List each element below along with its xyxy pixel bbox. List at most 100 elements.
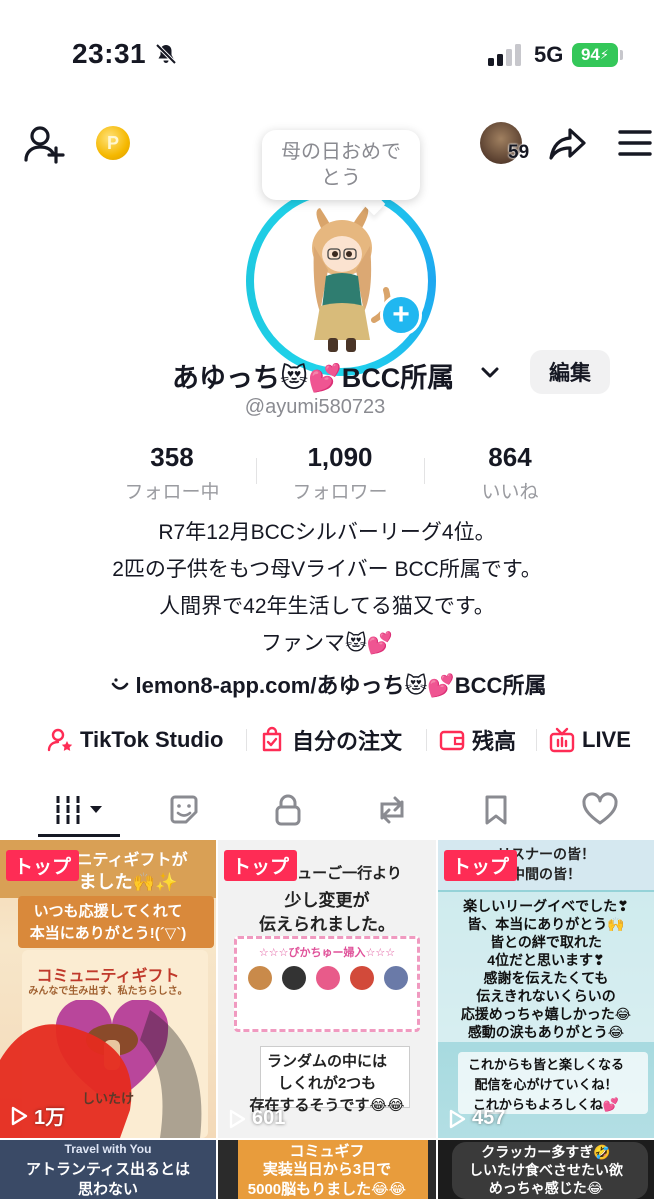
video-thumbnail[interactable]: リスナーの皆！ 中間の皆！ 楽しいリーグイベでした❣ 皆、本当にありがとう🙌 皆… [438, 840, 654, 1138]
thumb-text: 伝えられました。 [259, 915, 395, 934]
thumb-text: ☆☆☆ぴかちゅー婦入☆☆☆ [258, 947, 396, 959]
edit-profile-button[interactable]: 編集 [530, 350, 610, 394]
profile-link-text: lemon8-app.com/あゆっち😻💕BCC所属 [135, 673, 547, 698]
pinned-badge: トップ [6, 850, 80, 881]
likes-stat[interactable]: 864 いいね [430, 442, 590, 504]
likes-label: いいね [481, 482, 539, 503]
clock: 23:31 [72, 38, 147, 69]
video-thumbnail[interactable]: ヒカチューご一行より 少し変更が 伝えられました。 ☆☆☆ぴかちゅー婦入☆☆☆ … [218, 840, 436, 1138]
share-icon[interactable] [548, 124, 588, 164]
likes-count: 864 [488, 442, 532, 472]
chevron-down-icon[interactable] [480, 366, 500, 380]
orders-button[interactable]: 自分の注文 [258, 720, 402, 760]
video-thumbnail[interactable]: コミュギフ 実装当日から3日で 5000脳もりました😂😂 [218, 1140, 436, 1199]
bio-line: 2匹の子供をもつ母Vライバー BCC所属です。 [112, 558, 542, 581]
status-bar: 23:31 5G 94 ⚡ [0, 0, 654, 100]
thumb-text: 思わない [77, 1181, 138, 1198]
video-thumbnail[interactable]: クラッカー多すぎ🤣 しいたけ食べさせたい欲 めっちゃ感じた😂 [438, 1140, 654, 1199]
divider [256, 458, 257, 484]
username: @ayumi580723 [244, 396, 386, 418]
profile-name[interactable]: あゆっち😻💕BCC所属 [172, 356, 454, 395]
character-icon [316, 966, 340, 990]
bio: R7年12月BCCシルバーリーグ4位。 2匹の子供をもつ母Vライバー BCC所属… [0, 514, 654, 662]
balance-button[interactable]: 残高 [438, 720, 516, 760]
thumb-text: 5000脳もりました😂😂 [247, 1181, 407, 1198]
wallet-icon [439, 730, 465, 751]
sticker-icon [170, 795, 198, 824]
add-avatar-button[interactable]: + [380, 294, 422, 336]
studio-icon [47, 728, 73, 752]
thumb-text: 配信を心がけていくね！ [474, 1077, 618, 1092]
content-tabs [0, 784, 654, 840]
battery-cap [620, 50, 623, 60]
thumb-text: 少し変更が [284, 891, 370, 910]
divider [246, 729, 247, 751]
note-line-1: 母の日おめで [281, 141, 401, 163]
thumb-text: 本当にありがとう!(´▽`) [29, 925, 187, 942]
silent-bell-icon [155, 43, 177, 65]
bio-line: ファンマ😻💕 [260, 632, 394, 655]
thumb-text: これからも皆と楽しくなる [467, 1057, 624, 1072]
pinned-badge: トップ [444, 850, 518, 881]
active-tab-indicator [38, 834, 120, 837]
view-count: 1万 [10, 1101, 65, 1130]
private-tab[interactable] [248, 784, 328, 836]
thumb-text: しいたけ食べさせたい欲 [469, 1162, 623, 1178]
coin-icon[interactable]: P [96, 126, 130, 160]
add-friend-icon[interactable] [22, 122, 66, 166]
profile-stats: 358 フォロー中 1,090 フォロワー 864 いいね [0, 442, 654, 504]
thumb-text: しくれが2つも [277, 1075, 377, 1092]
character-row [248, 966, 408, 996]
shortcut-label: LIVE [582, 727, 631, 752]
favorites-tab[interactable] [456, 784, 536, 836]
network-label: 5G [534, 42, 564, 67]
play-icon [229, 1109, 246, 1128]
videos-tab[interactable] [40, 784, 120, 836]
profile-link[interactable]: lemon8-app.com/あゆっち😻💕BCC所属 [0, 668, 654, 700]
bookmark-icon [485, 795, 507, 825]
reposts-tab[interactable] [352, 784, 432, 836]
battery-indicator: 94 ⚡ [572, 43, 618, 67]
thumb-text: 感動の涙もありがとう😂 [467, 1024, 625, 1040]
thumb-text: Travel with You [64, 1142, 152, 1156]
video-thumbnail[interactable]: コミュニティギフトが ました🙌✨ いつも応援してくれて 本当にありがとう!(´▽… [0, 840, 216, 1138]
followers-stat[interactable]: 1,090 フォロワー [260, 442, 420, 504]
friend-count: 59 [508, 142, 530, 163]
thumb-text: 皆、本当にありがとう🙌 [467, 916, 625, 932]
thumb-text: めっちゃ感じた😂 [488, 1180, 604, 1196]
divider [426, 729, 427, 751]
note-bubble[interactable]: 母の日おめで とう [262, 130, 420, 200]
lock-icon [275, 794, 301, 826]
charging-icon: ⚡ [599, 47, 610, 62]
video-thumbnail[interactable]: Travel with You アトランティス出るとは 思わない [0, 1140, 216, 1199]
orders-icon [262, 726, 282, 752]
thumb-text: 実装当日から3日で [262, 1161, 392, 1178]
shortcut-label: TikTok Studio [80, 727, 224, 752]
thumb-text: 楽しいリーグイベでした❣ [463, 898, 629, 914]
character-icon [248, 966, 272, 990]
following-label: フォロー中 [124, 482, 220, 503]
thumb-text: ランダムの中には [266, 1053, 387, 1070]
live-button[interactable]: LIVE [548, 720, 631, 760]
tiktok-studio-button[interactable]: TikTok Studio [46, 720, 223, 760]
pinned-badge: トップ [224, 850, 298, 881]
view-count-value: 457 [472, 1107, 506, 1129]
play-icon [449, 1109, 466, 1128]
character-icon [282, 966, 306, 990]
thumb-text: 皆との絆で取れた [490, 934, 602, 950]
menu-icon[interactable] [618, 128, 652, 158]
avatar[interactable] [262, 200, 422, 360]
video-grid: コミュニティギフトが ました🙌✨ いつも応援してくれて 本当にありがとう!(´▽… [0, 840, 654, 1199]
view-count-value: 601 [252, 1107, 286, 1129]
profile-name-row: あゆっち😻💕BCC所属 編集 [0, 350, 654, 394]
thumb-text: 伝えきれないくらいの [476, 988, 616, 1004]
thumb-text: いつも応援してくれて [33, 903, 183, 920]
followers-label: フォロワー [292, 482, 388, 503]
stickers-tab[interactable] [144, 784, 224, 836]
following-stat[interactable]: 358 フォロー中 [92, 442, 252, 504]
shortcut-label: 自分の注文 [292, 729, 403, 754]
bio-line: 人間界で42年生活してる猫又です。 [159, 595, 495, 618]
liked-tab[interactable] [560, 784, 640, 836]
battery-level: 94 [580, 45, 600, 64]
play-icon [11, 1106, 28, 1125]
